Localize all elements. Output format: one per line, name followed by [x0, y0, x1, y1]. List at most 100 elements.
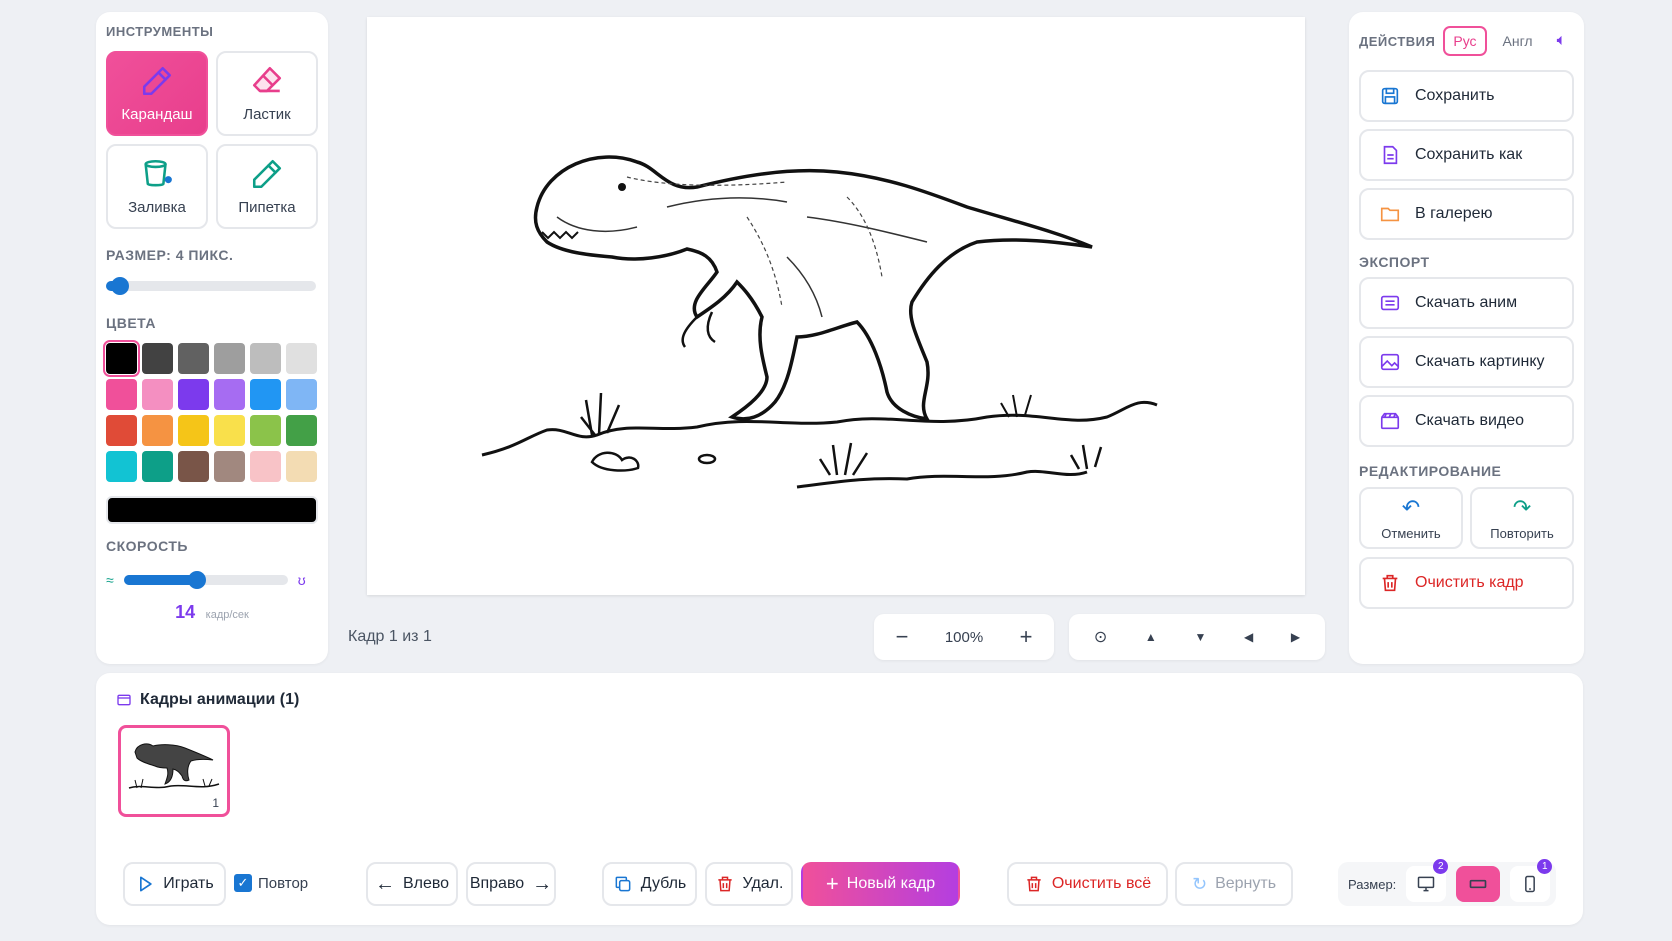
plus-icon: + [825, 871, 839, 896]
desktop-size-button[interactable]: 2 [1406, 859, 1449, 902]
mobile-size-button[interactable]: 1 [1510, 859, 1553, 902]
phone-icon [1525, 875, 1536, 893]
fast-icon: ʊ [297, 572, 306, 588]
color-swatch[interactable] [178, 451, 209, 482]
play-label: Играть [163, 875, 214, 892]
speed-unit: кадр/сек [205, 609, 249, 621]
pan-down-icon[interactable]: ▼ [1194, 630, 1206, 644]
save-label: Сохранить [1415, 87, 1495, 104]
bucket-icon [144, 159, 172, 187]
move-left-label: Влево [402, 875, 450, 892]
export-title: ЭКСПОРТ [1359, 254, 1430, 270]
download-anim-button[interactable]: Скачать аним [1359, 277, 1574, 329]
color-swatch[interactable] [142, 415, 173, 446]
speaker-icon[interactable]: 🔈︎ [1557, 32, 1567, 50]
frame-thumbnail[interactable]: 1 [118, 725, 230, 817]
speed-slider[interactable] [123, 571, 288, 589]
new-frame-button[interactable]: + Новый кадр [801, 862, 960, 906]
lang-ru-button[interactable]: Рус [1443, 26, 1487, 56]
save-button[interactable]: Сохранить [1359, 70, 1574, 122]
current-color-preview [106, 496, 318, 524]
color-swatch[interactable] [106, 451, 137, 482]
size-slider[interactable] [106, 277, 316, 295]
color-swatch[interactable] [106, 415, 137, 446]
save-as-label: Сохранить как [1415, 146, 1523, 163]
color-swatch[interactable] [286, 451, 317, 482]
move-left-button[interactable]: ← Влево [366, 862, 458, 906]
clear-frame-button[interactable]: Очистить кадр [1359, 557, 1574, 609]
fill-tool-button[interactable]: Заливка [106, 144, 208, 229]
loop-toggle[interactable]: ✓ Повтор [234, 874, 308, 892]
desktop-badge: 2 [1433, 859, 1449, 874]
speed-slider-knob[interactable] [188, 571, 207, 589]
play-button[interactable]: Играть [123, 862, 226, 906]
size-slider-knob[interactable] [111, 277, 129, 295]
move-right-button[interactable]: Вправо → [466, 862, 556, 906]
eraser-tool-button[interactable]: Ластик [216, 51, 318, 136]
picker-tool-button[interactable]: Пипетка [216, 144, 318, 229]
color-swatch[interactable] [286, 343, 317, 374]
restore-button[interactable]: ↻ Вернуть [1175, 862, 1293, 906]
download-video-button[interactable]: Скачать видео [1359, 395, 1574, 447]
speed-title: СКОРОСТЬ [106, 538, 188, 554]
delete-frame-button[interactable]: Удал. [705, 862, 793, 906]
color-swatch[interactable] [178, 379, 209, 410]
gallery-button[interactable]: В галерею [1359, 188, 1574, 240]
save-as-button[interactable]: Сохранить как [1359, 129, 1574, 181]
color-swatch[interactable] [103, 340, 140, 377]
arrow-left-icon: ← [374, 872, 395, 895]
color-swatch[interactable] [214, 415, 245, 446]
move-right-label: Вправо [469, 875, 525, 892]
center-icon[interactable]: ⊙ [1094, 627, 1107, 647]
color-swatch[interactable] [142, 343, 173, 374]
film-icon [117, 694, 131, 706]
drawing-canvas[interactable] [367, 17, 1305, 595]
trash-icon [1027, 876, 1041, 892]
color-swatch[interactable] [106, 379, 137, 410]
color-swatch[interactable] [214, 451, 245, 482]
lang-en-button[interactable]: Англ [1495, 28, 1541, 54]
download-image-button[interactable]: Скачать картинку [1359, 336, 1574, 388]
zoom-in-button[interactable]: + [998, 624, 1054, 650]
frames-title: Кадры анимации (1) [140, 691, 300, 708]
duplicate-button[interactable]: Дубль [602, 862, 697, 906]
picker-tool-label: Пипетка [238, 199, 296, 216]
edit-title: РЕДАКТИРОВАНИЕ [1359, 463, 1502, 479]
pan-right-icon[interactable]: ▶ [1291, 630, 1300, 644]
color-swatch[interactable] [214, 379, 245, 410]
duplicate-label: Дубль [640, 875, 687, 892]
pan-up-icon[interactable]: ▲ [1145, 630, 1157, 644]
zoom-out-button[interactable]: − [874, 624, 930, 650]
loop-label: Повтор [258, 874, 309, 892]
color-swatch[interactable] [286, 379, 317, 410]
loop-checkbox[interactable]: ✓ [234, 874, 252, 892]
color-swatch[interactable] [142, 451, 173, 482]
eraser-icon [252, 66, 282, 93]
color-swatch[interactable] [178, 343, 209, 374]
redo-button[interactable]: ↷ Повторить [1470, 487, 1574, 549]
color-swatch[interactable] [178, 415, 209, 446]
size-label: РАЗМЕР: 4 ПИКС. [106, 247, 234, 263]
wide-size-button[interactable] [1456, 866, 1501, 902]
pan-controls: ⊙ ▲ ▼ ◀ ▶ [1069, 614, 1325, 660]
color-swatch[interactable] [286, 415, 317, 446]
color-swatch[interactable] [214, 343, 245, 374]
size-selector-label: Размер: [1348, 876, 1397, 892]
clear-all-button[interactable]: Очистить всё [1007, 862, 1168, 906]
pencil-tool-button[interactable]: Карандаш [106, 51, 208, 136]
color-swatch[interactable] [250, 451, 281, 482]
new-frame-label: Новый кадр [846, 875, 936, 892]
film-icon [1380, 295, 1400, 311]
undo-button[interactable]: ↶ Отменить [1359, 487, 1463, 549]
gallery-label: В галерею [1415, 205, 1493, 222]
restore-icon: ↻ [1191, 873, 1208, 894]
undo-label: Отменить [1381, 526, 1441, 541]
color-swatch[interactable] [250, 379, 281, 410]
frame-info: Кадр 1 из 1 [348, 628, 432, 645]
pan-left-icon[interactable]: ◀ [1244, 630, 1253, 644]
eraser-tool-label: Ластик [243, 106, 291, 123]
color-swatch[interactable] [250, 415, 281, 446]
color-palette [103, 340, 318, 482]
color-swatch[interactable] [250, 343, 281, 374]
color-swatch[interactable] [142, 379, 173, 410]
